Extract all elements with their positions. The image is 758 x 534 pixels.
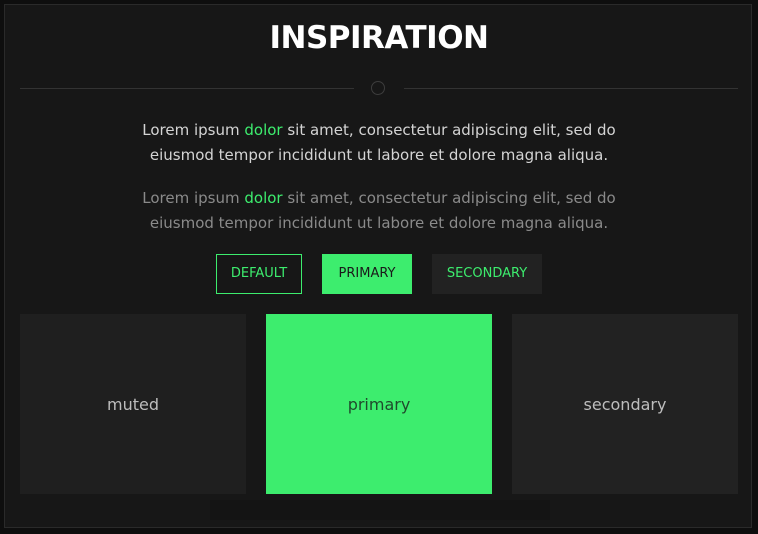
highlight-text: dolor — [244, 189, 283, 207]
muted-paragraph: Lorem ipsum dolor sit amet, consectetur … — [130, 186, 628, 236]
divider-right — [404, 88, 738, 89]
paragraph-text: Lorem ipsum — [142, 121, 245, 139]
paragraph-text: Lorem ipsum — [142, 189, 245, 207]
footer-shadow — [210, 500, 550, 520]
primary-tile: primary — [266, 314, 492, 494]
default-button[interactable]: DEFAULT — [216, 254, 302, 294]
secondary-tile: secondary — [512, 314, 738, 494]
muted-tile: muted — [20, 314, 246, 494]
tile-label: secondary — [583, 394, 667, 414]
divider-left — [20, 88, 354, 89]
page-title: INSPIRATION — [269, 20, 490, 56]
tile-label: muted — [107, 394, 159, 414]
tile-label: primary — [347, 394, 411, 414]
highlight-text: dolor — [244, 121, 283, 139]
primary-button[interactable]: PRIMARY — [322, 254, 412, 294]
circle-icon — [371, 81, 385, 95]
lead-paragraph: Lorem ipsum dolor sit amet, consectetur … — [130, 118, 628, 168]
secondary-button[interactable]: SECONDARY — [432, 254, 542, 294]
